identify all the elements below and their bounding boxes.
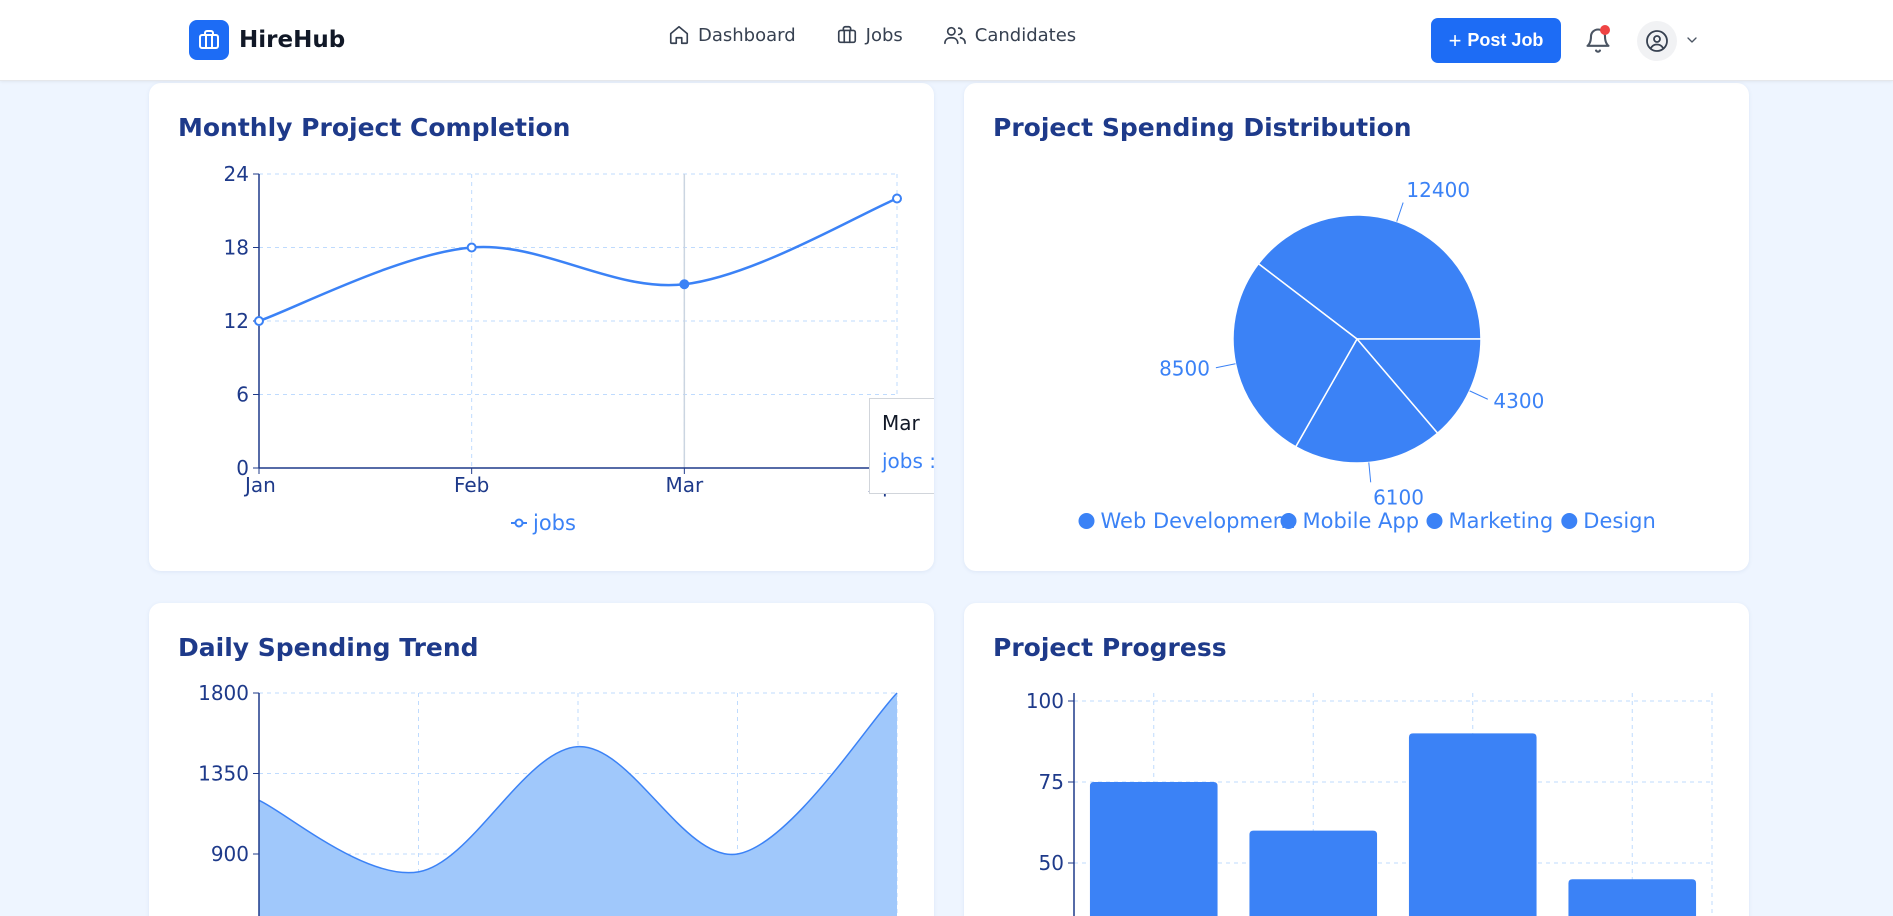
y-tick-label: 24 — [224, 162, 249, 186]
pie-value-label: 4300 — [1493, 389, 1544, 413]
legend-marker — [1561, 513, 1578, 529]
data-point — [679, 279, 690, 290]
y-tick-label: 6 — [236, 383, 249, 407]
bar-chart[interactable]: 50 75 100 — [964, 603, 1749, 916]
main-nav: Dashboard Jobs Candidates — [668, 24, 1116, 46]
brand-name: HireHub — [239, 27, 346, 53]
data-point — [892, 193, 902, 204]
y-tick-label: 1800 — [198, 681, 249, 705]
y-tick-label: 18 — [224, 236, 249, 260]
nav-dashboard-label: Dashboard — [698, 24, 796, 46]
tooltip-value: jobs : 15 — [882, 449, 934, 473]
legend-label-jobs: jobs — [532, 511, 576, 535]
briefcase-icon — [837, 25, 856, 44]
data-point — [466, 242, 477, 253]
data-point — [254, 316, 264, 326]
y-tick-label: 75 — [1039, 770, 1064, 794]
legend-marker — [1078, 513, 1095, 529]
top-header: HireHub Dashboard Jobs Candidates + Post… — [0, 0, 1893, 81]
nav-dashboard[interactable]: Dashboard — [668, 24, 796, 46]
pie-value-label: 12400 — [1406, 178, 1470, 202]
monthly-completion-card: Monthly Project Completion 0 6 12 18 24 Jan Fe… — [149, 83, 934, 571]
legend-marker-dot — [514, 518, 524, 528]
brand[interactable]: HireHub — [189, 20, 345, 60]
spending-distribution-card: Project Spending Distribution 12400 4300 6… — [964, 83, 1749, 571]
pie-value-label: 6100 — [1373, 485, 1424, 509]
nav-candidates-label: Candidates — [974, 24, 1077, 46]
x-tick-label: Feb — [454, 473, 489, 497]
pie-value-label: 8500 — [1159, 357, 1210, 381]
tooltip-label: Mar — [882, 411, 920, 435]
y-tick-label: 100 — [1026, 689, 1064, 713]
nav-jobs-label: Jobs — [865, 24, 903, 46]
y-tick-label: 900 — [211, 842, 249, 866]
pie-label-line — [1368, 462, 1372, 483]
bar — [1408, 733, 1537, 916]
line-chart[interactable]: 06121824JanFebMarAprjobs — [149, 83, 934, 571]
pie-label-line — [1469, 390, 1489, 400]
y-tick-label: 1350 — [198, 762, 249, 786]
nav-jobs[interactable]: Jobs — [836, 24, 903, 46]
project-progress-card: Project Progress 50 75 100 — [964, 603, 1749, 916]
legend-label: Marketing — [1449, 509, 1554, 533]
series-line-jobs — [258, 197, 898, 323]
home-icon — [669, 25, 689, 45]
y-tick-label: 12 — [224, 309, 249, 333]
pie-label-line — [1396, 202, 1404, 222]
post-job-label: Post Job — [1467, 30, 1544, 50]
legend-marker — [1280, 513, 1297, 529]
briefcase-logo-icon — [189, 20, 229, 60]
users-icon — [943, 26, 966, 45]
pie-label-line — [1215, 363, 1236, 369]
bar — [1089, 782, 1218, 916]
legend-label: Web Development — [1101, 509, 1295, 533]
x-tick-label: Mar — [665, 473, 704, 497]
post-job-button[interactable]: + Post Job — [1431, 18, 1561, 63]
legend-label: Design — [1583, 509, 1656, 533]
daily-spending-card: Daily Spending Trend 900 1350 1800 — [149, 603, 934, 916]
bar — [1568, 879, 1697, 916]
chevron-down-icon[interactable] — [1684, 32, 1700, 48]
bar — [1249, 830, 1378, 916]
plus-icon: + — [1448, 27, 1462, 53]
chart-tooltip: Mar jobs : 15 — [869, 398, 934, 494]
area-chart[interactable]: 900 1350 1800 — [149, 603, 934, 916]
pie-chart[interactable]: 12400 4300 6100 8500 Web Development Mobile A… — [964, 83, 1749, 571]
notification-dot — [1600, 25, 1610, 35]
avatar[interactable] — [1637, 21, 1677, 61]
legend-marker — [1426, 513, 1443, 529]
x-tick-label: Jan — [243, 473, 276, 497]
user-circle-icon — [1646, 30, 1668, 52]
nav-candidates[interactable]: Candidates — [943, 24, 1076, 46]
legend-label: Mobile App — [1303, 509, 1420, 533]
y-tick-label: 50 — [1039, 851, 1064, 875]
